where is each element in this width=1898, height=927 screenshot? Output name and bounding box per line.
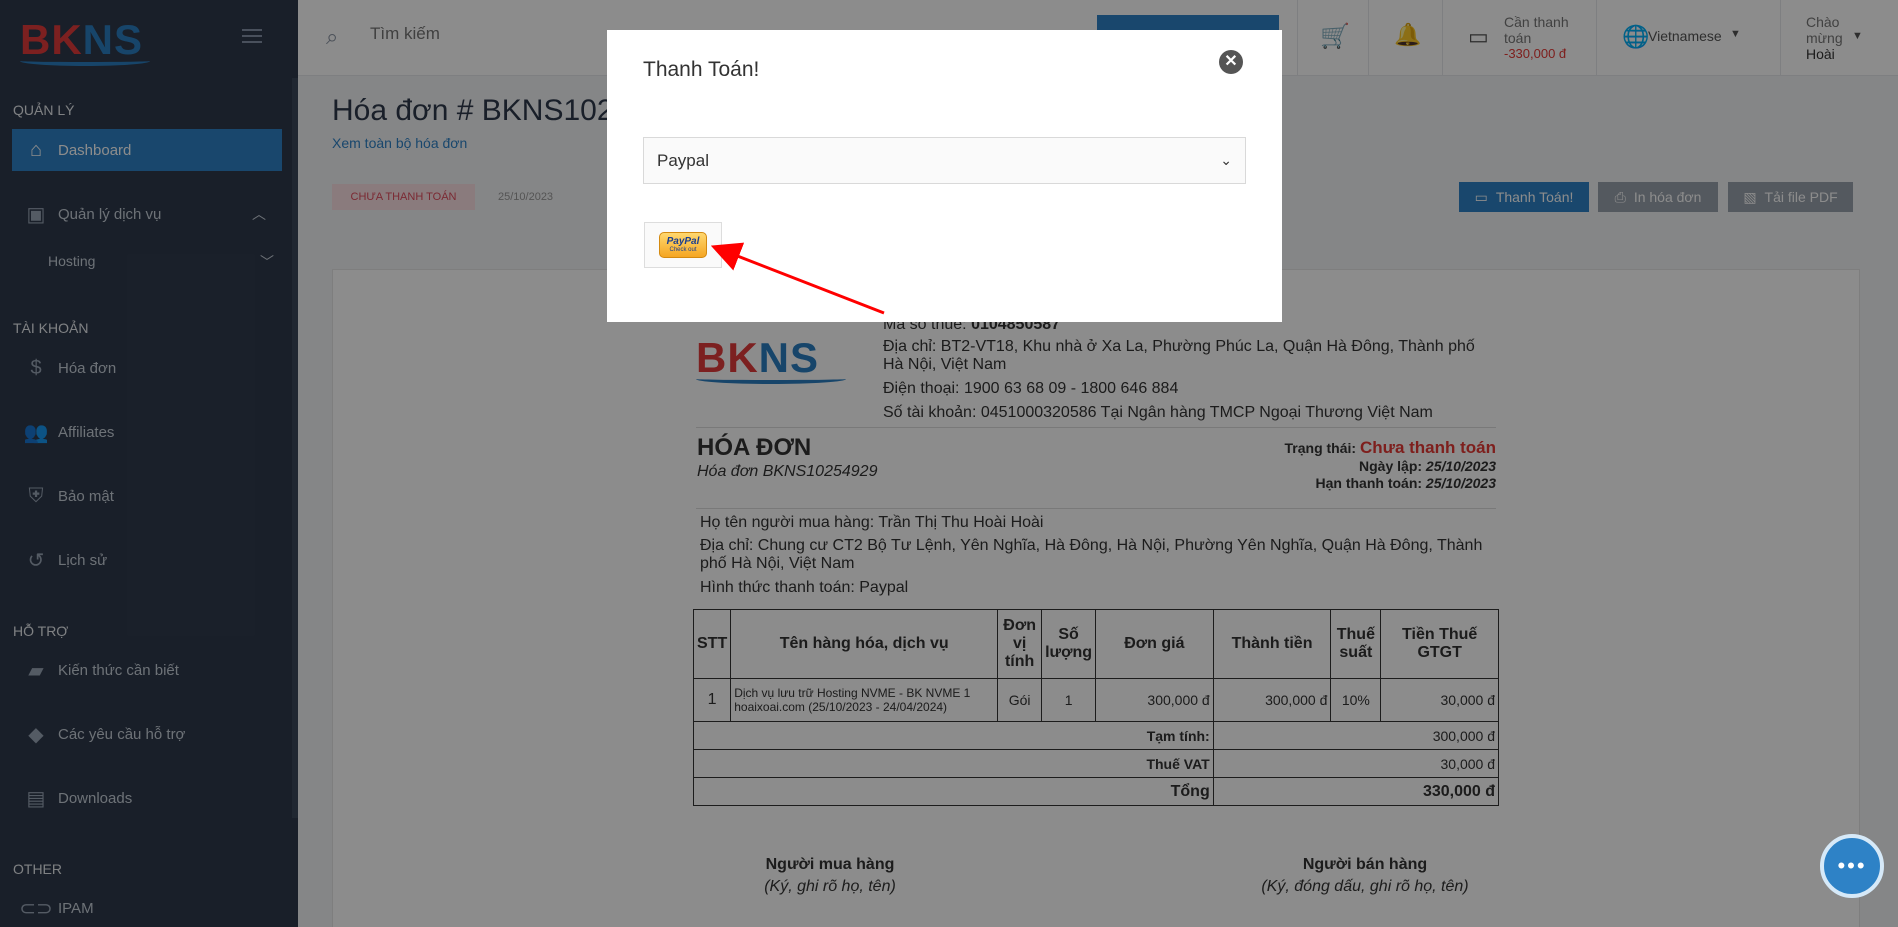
payment-method-select[interactable]: Paypal ⌄ [643, 137, 1246, 184]
payment-modal: Thanh Toán! ✕ Paypal ⌄ PayPal Check out [607, 30, 1282, 322]
paypal-checkout-button[interactable]: PayPal Check out [644, 222, 722, 268]
modal-title: Thanh Toán! [643, 58, 760, 81]
close-icon[interactable]: ✕ [1219, 50, 1243, 74]
chat-icon[interactable]: ••• [1820, 834, 1884, 898]
chevron-down-icon: ⌄ [1220, 152, 1232, 168]
paypal-logo: PayPal Check out [659, 232, 707, 258]
selected-method: Paypal [657, 150, 709, 170]
